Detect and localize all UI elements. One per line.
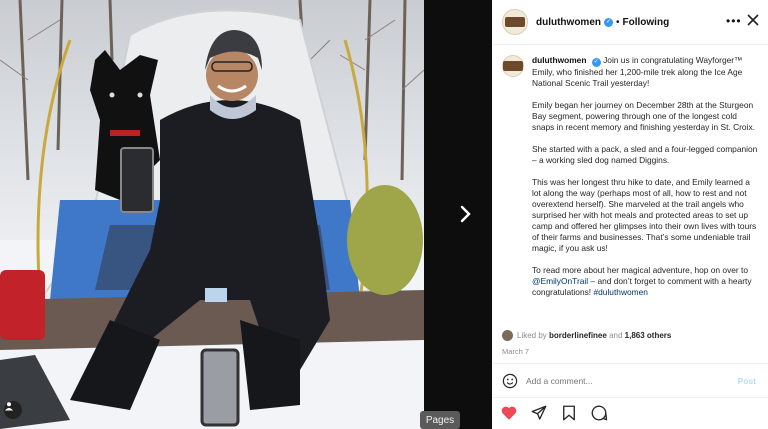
post-photo[interactable]	[0, 0, 424, 429]
avatar[interactable]	[502, 9, 528, 35]
share-icon[interactable]	[530, 404, 548, 422]
mention-link[interactable]: @EmilyOnTrail	[532, 276, 588, 286]
comment-icon[interactable]	[590, 404, 608, 422]
post-comment-button[interactable]: Post	[738, 376, 756, 386]
header-separator: •	[616, 16, 620, 28]
following-button[interactable]: Following	[623, 17, 670, 28]
heart-icon[interactable]	[500, 404, 518, 422]
header-username[interactable]: duluthwomen	[536, 17, 601, 28]
caption-paragraph: Emily began her journey on December 28th…	[532, 100, 755, 132]
user-tag-icon[interactable]	[4, 401, 22, 419]
hashtag-link[interactable]: #duluthwomen	[593, 287, 647, 297]
likes-count[interactable]: 1,863 others	[625, 331, 672, 340]
chevron-right-icon	[460, 205, 471, 223]
liked-by-conj: and	[609, 331, 623, 340]
post-caption: duluthwomen ✓ Join us in congratulating …	[502, 55, 760, 321]
liker-username[interactable]: borderlinefinee	[549, 331, 607, 340]
caption-paragraph: This was her longest thru hike to date, …	[532, 177, 757, 253]
divider	[492, 397, 768, 398]
next-photo-button[interactable]	[455, 200, 477, 228]
liker-avatar[interactable]	[502, 330, 513, 341]
verified-icon: ✓	[604, 17, 613, 27]
verified-icon: ✓	[591, 58, 601, 67]
bookmark-icon[interactable]	[560, 404, 578, 422]
pages-tooltip: Pages	[420, 411, 460, 429]
caption-text: To read more about her magical adventure…	[532, 265, 749, 275]
comment-bar: Post	[502, 372, 760, 390]
action-bar	[500, 404, 608, 422]
smiley-icon[interactable]	[502, 373, 518, 389]
divider	[492, 363, 768, 364]
likes-summary: Liked by borderlinefinee and 1,863 other…	[502, 330, 671, 341]
caption-avatar[interactable]	[502, 55, 524, 77]
more-icon[interactable]: •••	[726, 14, 742, 28]
caption-paragraph: She started with a pack, a sled and a fo…	[532, 144, 758, 165]
post-header: duluthwomen ✓ • Following •••	[492, 0, 768, 45]
liked-by-prefix: Liked by	[517, 331, 547, 340]
caption-username[interactable]: duluthwomen	[532, 55, 586, 65]
photo-illustration	[0, 0, 424, 429]
post-date[interactable]: March 7	[502, 347, 529, 356]
comment-input[interactable]	[526, 376, 726, 386]
close-icon[interactable]	[745, 12, 761, 28]
post-panel: duluthwomen ✓ • Following ••• duluthwome…	[492, 0, 768, 429]
